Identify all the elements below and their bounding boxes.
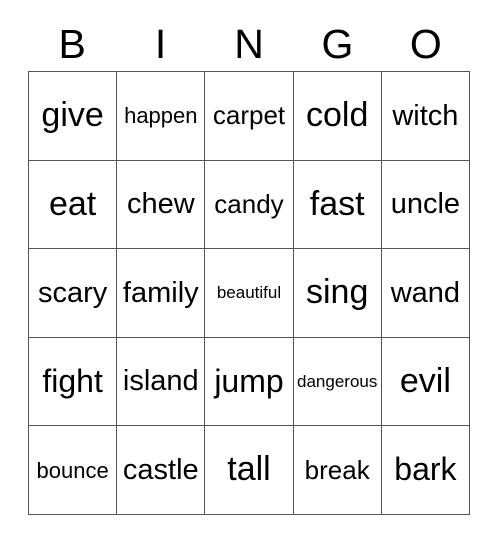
bingo-card: BINGO give happen carpet cold witch eat chew ca…: [0, 0, 500, 544]
bingo-cell[interactable]: island: [117, 337, 206, 427]
bingo-cell-word: bark: [394, 451, 457, 488]
bingo-cell[interactable]: bark: [381, 426, 470, 515]
bingo-header-letter-g: G: [321, 21, 354, 67]
bingo-cell-word: dangerous: [297, 371, 378, 391]
bingo-cell-word: wand: [390, 276, 461, 309]
bingo-cell[interactable]: jump: [205, 337, 294, 427]
bingo-cell[interactable]: candy: [205, 160, 294, 250]
bingo-cell[interactable]: chew: [117, 160, 206, 250]
bingo-header-row: BINGO: [28, 18, 470, 71]
bingo-cell[interactable]: wand: [381, 249, 470, 338]
bingo-cell-word: chew: [126, 188, 195, 221]
bingo-cell[interactable]: happen: [117, 72, 206, 161]
bingo-cell-word: give: [41, 95, 104, 134]
bingo-cell[interactable]: scary: [29, 249, 118, 338]
bingo-cell-word: sing: [306, 273, 369, 312]
bingo-cell-word: witch: [392, 99, 459, 132]
bingo-cell-word: break: [304, 454, 370, 485]
bingo-cell-word: cold: [306, 95, 369, 134]
bingo-cell[interactable]: sing: [293, 249, 382, 338]
bingo-cell-word: uncle: [390, 188, 461, 221]
bingo-cell[interactable]: witch: [381, 72, 470, 161]
bingo-cell[interactable]: beautiful: [205, 249, 294, 338]
bingo-header-letter-b: B: [58, 21, 86, 67]
bingo-cell[interactable]: give: [29, 72, 118, 161]
bingo-cell-word: bounce: [36, 457, 109, 483]
bingo-cell-word: jump: [214, 362, 284, 399]
bingo-grid: give happen carpet cold witch eat chew candy fas…: [28, 71, 470, 515]
bingo-cell[interactable]: carpet: [205, 72, 294, 161]
bingo-cell-word: beautiful: [216, 283, 282, 303]
bingo-header-letter-n: N: [234, 21, 264, 67]
bingo-cell[interactable]: eat: [29, 160, 118, 250]
bingo-cell-word: candy: [214, 188, 284, 219]
bingo-cell-word: carpet: [212, 100, 286, 131]
bingo-cell[interactable]: family: [117, 249, 206, 338]
bingo-header-letter-o: O: [409, 21, 442, 67]
bingo-cell[interactable]: fight: [29, 337, 118, 427]
bingo-cell-word: happen: [124, 103, 198, 129]
bingo-cell[interactable]: bounce: [29, 426, 118, 515]
bingo-cell[interactable]: tall: [205, 426, 294, 515]
bingo-cell[interactable]: evil: [381, 337, 470, 427]
bingo-cell[interactable]: cold: [293, 72, 382, 161]
bingo-cell-word: fast: [309, 184, 365, 223]
bingo-cell-word: island: [122, 365, 199, 398]
bingo-header-letter-i: I: [154, 21, 167, 67]
bingo-cell[interactable]: uncle: [381, 160, 470, 250]
bingo-cell-word: tall: [227, 450, 271, 489]
bingo-cell-word: castle: [122, 453, 199, 486]
bingo-cell-word: fight: [42, 362, 103, 399]
bingo-cell[interactable]: dangerous: [293, 337, 382, 427]
bingo-cell-word: family: [122, 276, 199, 309]
bingo-cell-word: evil: [399, 361, 451, 400]
bingo-cell-word: scary: [37, 276, 108, 309]
bingo-cell[interactable]: break: [293, 426, 382, 515]
bingo-cell-word: eat: [48, 184, 97, 223]
bingo-cell[interactable]: fast: [293, 160, 382, 250]
bingo-cell[interactable]: castle: [117, 426, 206, 515]
